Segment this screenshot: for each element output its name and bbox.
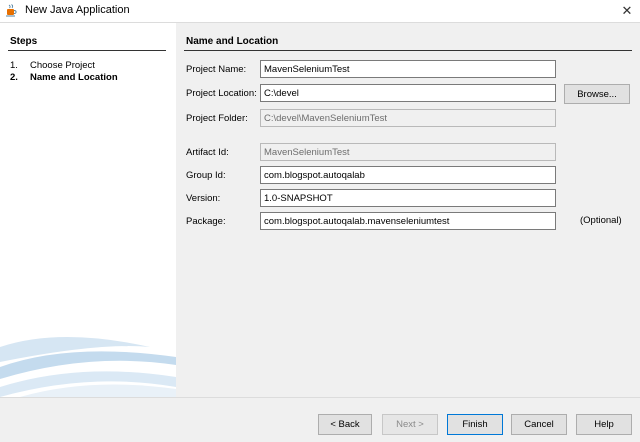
help-button[interactable]: Help	[576, 414, 632, 435]
project-folder-label: Project Folder:	[186, 113, 248, 124]
step-label: Choose Project	[30, 60, 95, 71]
group-id-label: Group Id:	[186, 170, 226, 181]
form-panel: Name and Location Project Name: Project …	[176, 23, 640, 397]
step-choose-project: 1. Choose Project	[10, 60, 95, 71]
section-title: Name and Location	[186, 36, 279, 47]
artifact-id-input	[260, 143, 556, 161]
next-button[interactable]: Next >	[382, 414, 438, 435]
version-input[interactable]	[260, 189, 556, 207]
section-divider	[184, 50, 632, 51]
decorative-swoosh-graphic	[0, 337, 176, 397]
button-bar-divider	[0, 397, 640, 398]
step-name-and-location: 2. Name and Location	[10, 72, 118, 83]
steps-panel: Steps 1. Choose Project 2. Name and Locati…	[0, 23, 176, 397]
close-button[interactable]: ✕	[614, 0, 640, 22]
group-id-input[interactable]	[260, 166, 556, 184]
optional-note: (Optional)	[580, 215, 622, 226]
dialog-body: Steps 1. Choose Project 2. Name and Locati…	[0, 22, 640, 442]
project-folder-input	[260, 109, 556, 127]
finish-button[interactable]: Finish	[447, 414, 503, 435]
project-name-label: Project Name:	[186, 64, 247, 75]
java-cup-icon	[6, 4, 17, 17]
close-icon: ✕	[621, 3, 633, 18]
browse-button[interactable]: Browse...	[564, 84, 630, 104]
step-number: 2.	[10, 72, 18, 83]
back-button[interactable]: < Back	[318, 414, 372, 435]
steps-divider	[8, 50, 166, 51]
version-label: Version:	[186, 193, 221, 204]
step-number: 1.	[10, 60, 18, 71]
step-label: Name and Location	[30, 72, 118, 83]
project-location-input[interactable]	[260, 84, 556, 102]
package-label: Package:	[186, 216, 226, 227]
project-name-input[interactable]	[260, 60, 556, 78]
artifact-id-label: Artifact Id:	[186, 147, 229, 158]
steps-title: Steps	[10, 36, 38, 47]
title-bar: New Java Application ✕	[0, 0, 640, 22]
window-title: New Java Application	[25, 4, 130, 16]
cancel-button[interactable]: Cancel	[511, 414, 567, 435]
package-input[interactable]	[260, 212, 556, 230]
project-location-label: Project Location:	[186, 88, 257, 99]
